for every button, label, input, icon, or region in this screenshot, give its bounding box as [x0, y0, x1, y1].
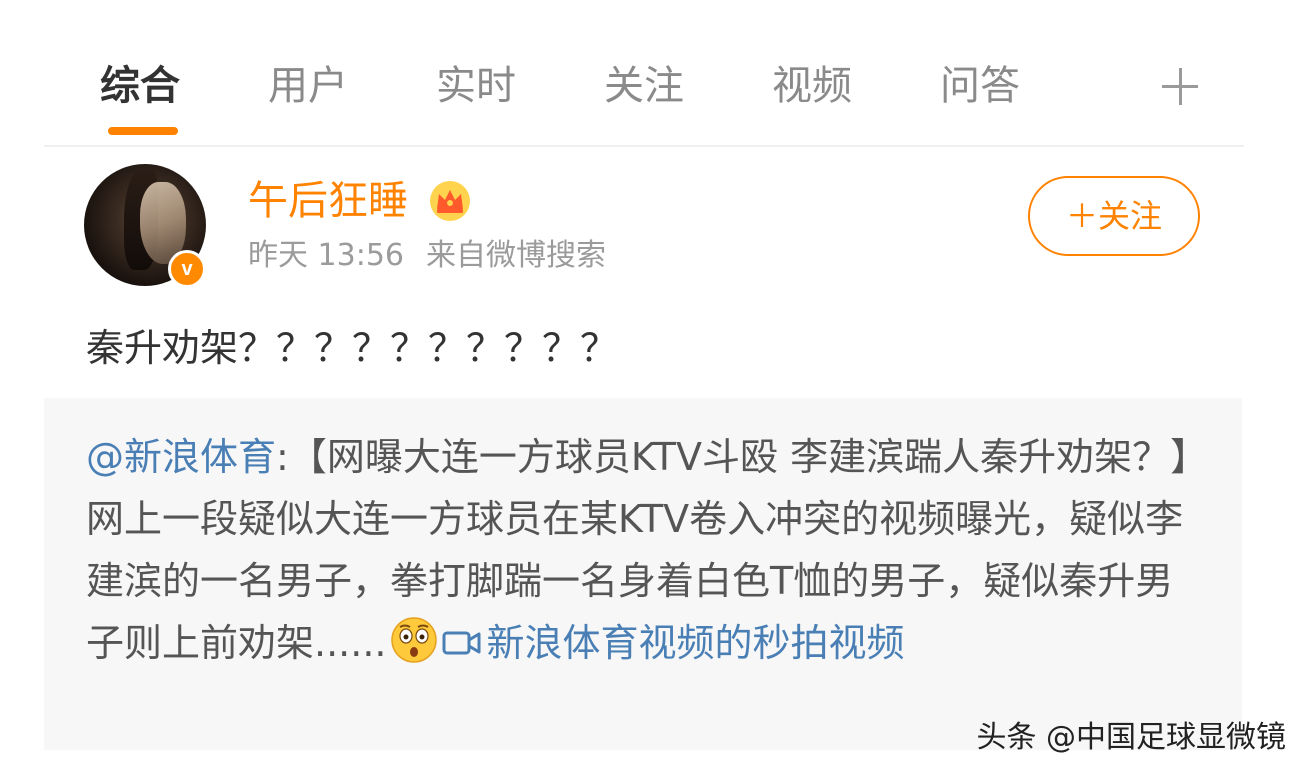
post-meta: 昨天 13:56 来自微博搜索: [248, 236, 606, 276]
tab-realtime[interactable]: 实时: [436, 60, 516, 112]
video-link[interactable]: 新浪体育视频的秒拍视频: [442, 621, 905, 665]
crown-icon: [430, 181, 470, 221]
tab-video[interactable]: 视频: [772, 60, 852, 112]
plus-icon[interactable]: [1158, 60, 1202, 112]
post-source: 来自微博搜索: [426, 238, 606, 273]
post-text: 秦升劝架？？？？？？？？？？: [86, 326, 619, 370]
username[interactable]: 午后狂睡: [248, 175, 408, 227]
repost-text: @新浪体育:【网曝大连一方球员KTV斗殴 李建滨踹人秦升劝架？】网上一段疑似大连…: [86, 426, 1196, 674]
tab-following[interactable]: 关注: [604, 60, 684, 112]
weibo-search-page: 综合 用户 实时 关注 视频 问答 v 午后狂睡 昨天 13:56 来自微博搜索 …: [0, 0, 1308, 776]
repost-mention[interactable]: @新浪体育: [86, 435, 276, 479]
follow-button[interactable]: ＋关注: [1028, 176, 1200, 256]
tabs-divider: [44, 145, 1244, 147]
video-link-text[interactable]: 新浪体育视频的秒拍视频: [486, 621, 904, 665]
active-tab-indicator: [108, 127, 178, 135]
repost-card[interactable]: @新浪体育:【网曝大连一方球员KTV斗殴 李建滨踹人秦升劝架？】网上一段疑似大连…: [44, 398, 1242, 750]
tab-comprehensive[interactable]: 综合: [100, 60, 180, 112]
post-time: 昨天 13:56: [248, 238, 404, 273]
watermark: 头条 @中国足球显微镜: [976, 720, 1286, 755]
verified-badge-icon: v: [168, 250, 206, 288]
video-camera-icon: [442, 631, 481, 655]
tab-users[interactable]: 用户: [268, 60, 348, 112]
search-tabs: 综合 用户 实时 关注 视频 问答: [0, 0, 1308, 145]
shocked-face-icon: [391, 617, 438, 663]
tab-qa[interactable]: 问答: [940, 60, 1020, 112]
